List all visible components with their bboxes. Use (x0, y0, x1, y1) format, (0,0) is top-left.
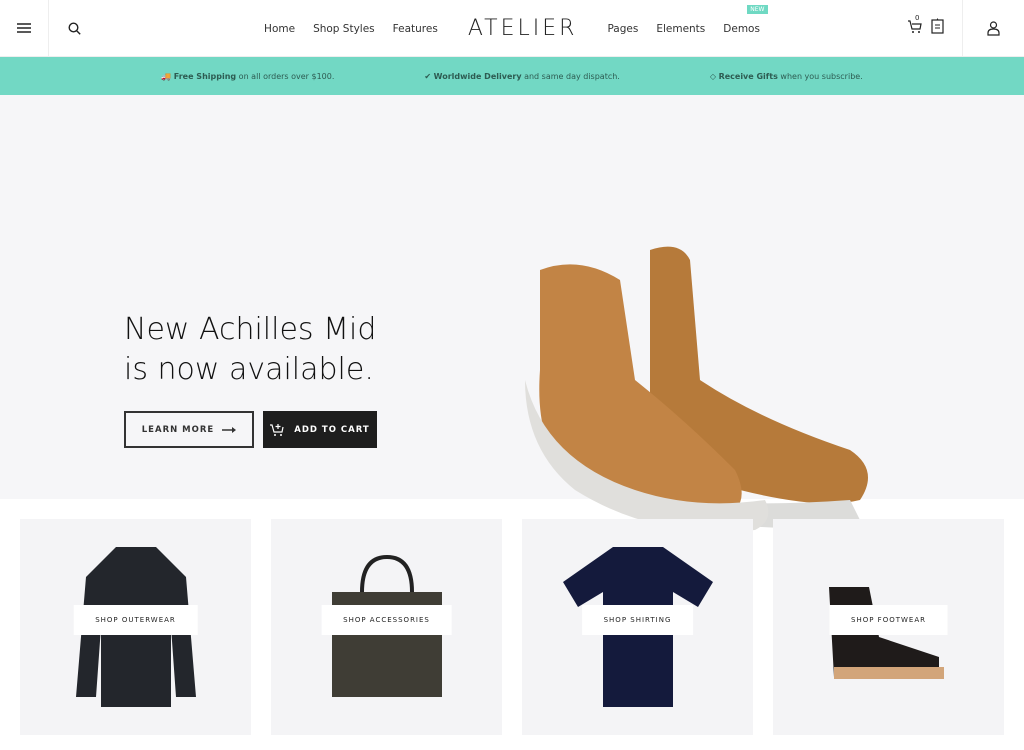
category-footwear[interactable]: SHOP FOOTWEAR (773, 519, 1004, 735)
promo-gifts-bold: Receive Gifts (718, 71, 778, 81)
category-shirting[interactable]: SHOP SHIRTING (522, 519, 753, 735)
hamburger-icon (17, 23, 31, 33)
category-label: SHOP SHIRTING (581, 605, 694, 635)
promo-delivery: ✔ Worldwide Delivery and same day dispat… (424, 71, 620, 81)
category-label: SHOP ACCESSORIES (321, 605, 452, 635)
promo-strip: 🚚 Free Shipping on all orders over $100.… (0, 57, 1024, 95)
hero-title: New Achilles Mid is now available. (124, 310, 376, 390)
promo-gifts: ◇ Receive Gifts when you subscribe. (709, 71, 863, 81)
promo-shipping: 🚚 Free Shipping on all orders over $100. (161, 71, 335, 81)
cart-button[interactable]: 0 (907, 14, 923, 38)
cart-add-icon (270, 423, 284, 436)
category-label: SHOP FOOTWEAR (829, 605, 948, 635)
cart-count: 0 (915, 14, 920, 22)
hero-title-line1: New Achilles Mid (124, 312, 377, 347)
nav-pages[interactable]: Pages (607, 23, 638, 35)
logo[interactable]: ATELIER (468, 16, 578, 41)
add-to-cart-label: ADD TO CART (294, 424, 370, 435)
promo-delivery-text: and same day dispatch. (521, 71, 620, 81)
search-button[interactable] (49, 0, 99, 57)
hero-title-line2: is now available. (124, 352, 374, 387)
hero-shoes-image (525, 246, 868, 532)
wishlist-icon[interactable] (931, 18, 944, 34)
header: Home Shop Styles Features ATELIER Pages … (0, 0, 1024, 57)
nav-shop-styles[interactable]: Shop Styles (313, 23, 375, 35)
account-button[interactable] (962, 0, 1024, 57)
category-accessories[interactable]: SHOP ACCESSORIES (271, 519, 502, 735)
nav-features[interactable]: Features (393, 23, 438, 35)
category-outerwear[interactable]: SHOP OUTERWEAR (20, 519, 251, 735)
new-badge: NEW (747, 4, 768, 14)
promo-shipping-text: on all orders over $100. (236, 71, 335, 81)
menu-button[interactable] (0, 0, 49, 57)
main-nav: Home Shop Styles Features ATELIER Pages … (0, 0, 1024, 57)
user-icon (987, 21, 1000, 36)
nav-home[interactable]: Home (264, 23, 295, 35)
nav-elements[interactable]: Elements (656, 23, 705, 35)
add-to-cart-button[interactable]: ADD TO CART (263, 411, 377, 448)
promo-shipping-bold: Free Shipping (173, 71, 237, 81)
category-label: SHOP OUTERWEAR (73, 605, 198, 635)
learn-more-label: LEARN MORE (141, 424, 215, 435)
learn-more-button[interactable]: LEARN MORE (124, 411, 254, 448)
arrow-right-icon (222, 426, 237, 433)
promo-gifts-text: when you subscribe. (777, 71, 863, 81)
promo-delivery-bold: Worldwide Delivery (433, 71, 522, 81)
cart-area: 0 (907, 14, 944, 38)
hero: New Achilles Mid is now available. LEARN … (0, 95, 1024, 532)
nav-demos[interactable]: Demos NEW (723, 4, 768, 35)
nav-demos-label: Demos (723, 22, 760, 35)
search-icon (67, 21, 81, 35)
